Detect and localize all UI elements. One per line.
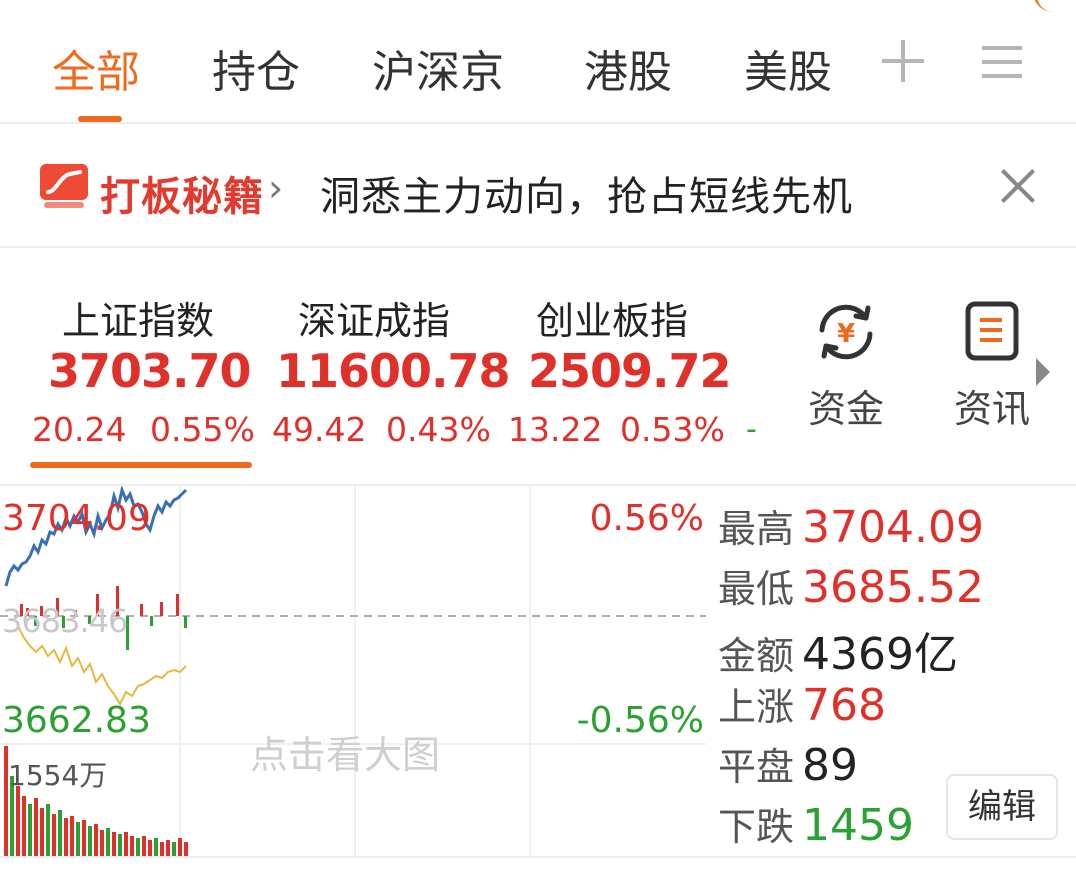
funds-label: 资金	[807, 387, 884, 431]
stat-label: 最高	[718, 507, 795, 551]
stat-amount: 金额 4369亿	[718, 618, 958, 682]
document-icon	[965, 301, 1019, 361]
stat-label: 金额	[718, 634, 795, 678]
chart-prev-close-label: 3683.46	[2, 602, 128, 640]
index-value: 11600.78	[276, 344, 511, 398]
stat-value: 89	[802, 740, 859, 791]
stat-value: 768	[802, 680, 886, 731]
trend-logo-icon	[40, 164, 88, 208]
chart-pos-pct-label: 0.56%	[589, 498, 704, 539]
stat-value: 3704.09	[802, 502, 984, 553]
chart-canvas	[0, 486, 706, 856]
promo-banner[interactable]: 打板秘籍 › 洞悉主力动向，抢占短线先机	[0, 126, 1076, 248]
tab-hk[interactable]: 港股	[584, 36, 672, 100]
stat-label: 平盘	[718, 745, 795, 789]
index-value: 2509.72	[528, 344, 732, 398]
news-label: 资讯	[953, 387, 1030, 431]
index-change: 20.24	[32, 410, 127, 449]
plus-icon[interactable]	[880, 38, 926, 84]
stat-value: 3685.52	[802, 562, 984, 613]
stat-low: 最低 3685.52	[718, 558, 984, 613]
svg-text:¥: ¥	[837, 319, 855, 349]
stat-up: 上涨 768	[718, 676, 886, 731]
tab-active-indicator	[78, 116, 122, 122]
chart-neg-pct-label: -0.56%	[576, 700, 704, 741]
view-large-chart-hint[interactable]: 点击看大图	[250, 724, 440, 779]
chart-high-label: 3704.09	[2, 498, 151, 539]
tab-bar: 全部 持仓 沪深京 港股 美股	[0, 0, 1076, 124]
tab-all[interactable]: 全部	[52, 36, 140, 100]
stat-value: 1459	[802, 800, 914, 851]
close-icon[interactable]	[998, 166, 1038, 206]
chart-volume-label: 1554万	[8, 759, 108, 792]
chevron-right-icon: ›	[268, 166, 284, 210]
edit-button[interactable]: 编辑	[946, 774, 1058, 840]
index-change: 49.42	[272, 410, 367, 449]
stat-value: 4369亿	[802, 629, 958, 680]
index-change: 13.22	[508, 410, 603, 449]
menu-icon[interactable]	[982, 44, 1022, 80]
banner-text: 洞悉主力动向，抢占短线先机	[320, 174, 853, 220]
tab-hs-bj[interactable]: 沪深京	[372, 36, 504, 100]
funds-button[interactable]: ¥ 资金	[804, 300, 888, 433]
index-name: 创业板指	[536, 299, 689, 343]
stat-high: 最高 3704.09	[718, 498, 984, 553]
stat-label: 最低	[718, 567, 795, 611]
intraday-chart[interactable]: 3704.09 0.56% 3683.46 3662.83 -0.56% 155…	[0, 486, 706, 856]
index-name: 深证成指	[298, 299, 451, 343]
scroll-right-icon[interactable]	[1036, 358, 1050, 386]
tab-us[interactable]: 美股	[744, 36, 832, 100]
chart-low-label: 3662.83	[2, 700, 151, 741]
more-indices-hint: -	[746, 412, 757, 447]
stat-down: 下跌 1459	[718, 796, 914, 851]
stat-label: 上涨	[718, 685, 795, 729]
index-pct: 0.43%	[386, 410, 491, 449]
news-button[interactable]: 资讯	[950, 300, 1034, 433]
divider	[0, 856, 1076, 858]
index-pct: 0.53%	[620, 410, 725, 449]
index-active-indicator	[30, 462, 252, 468]
stat-label: 下跌	[718, 805, 795, 849]
banner-title: 打板秘籍	[100, 174, 264, 220]
index-name: 上证指数	[62, 299, 215, 343]
index-value: 3703.70	[48, 344, 252, 398]
tab-holdings[interactable]: 持仓	[212, 36, 300, 100]
yuan-cycle-icon: ¥	[819, 304, 873, 360]
index-pct: 0.55%	[150, 410, 255, 449]
stat-flat: 平盘 89	[718, 736, 858, 791]
